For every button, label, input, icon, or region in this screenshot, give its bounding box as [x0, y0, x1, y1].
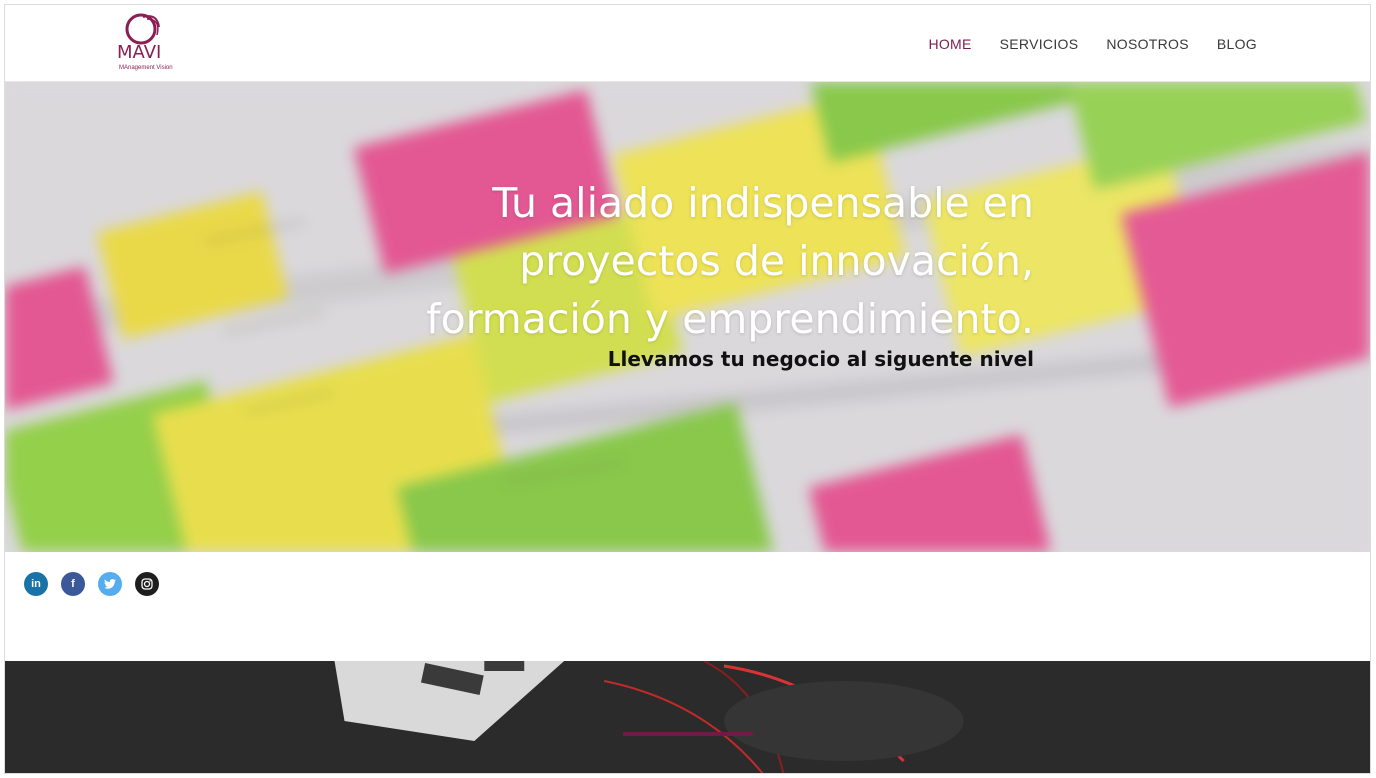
nav-home[interactable]: HOME	[928, 36, 971, 52]
nav-servicios[interactable]: SERVICIOS	[1000, 36, 1079, 52]
logo-mark-icon: MAVI MAnagement Vision	[117, 13, 173, 71]
logo-text: MAVI	[117, 42, 161, 63]
logo-tagline: MAnagement Vision	[119, 65, 173, 71]
keyboard-cable-image	[5, 661, 1370, 773]
facebook-icon[interactable]: f	[61, 572, 85, 596]
instagram-glyph-icon	[141, 578, 153, 590]
main-nav: HOME SERVICIOS NOSOTROS BLOG	[928, 5, 1257, 82]
section-divider-bar	[623, 732, 753, 736]
twitter-bird-icon	[104, 579, 116, 589]
linkedin-icon[interactable]: in	[24, 572, 48, 596]
hero-title-line: proyectos de innovación,	[519, 237, 1034, 285]
twitter-icon[interactable]	[98, 572, 122, 596]
nav-blog[interactable]: BLOG	[1217, 36, 1257, 52]
hero-title: Tu aliado indispensable en proyectos de …	[314, 174, 1034, 348]
hero-title-line: formación y emprendimiento.	[426, 295, 1034, 343]
site-header: MAVI MAnagement Vision HOME SERVICIOS NO…	[5, 5, 1370, 82]
brand-logo[interactable]: MAVI MAnagement Vision	[113, 9, 183, 73]
hero-banner: Tu aliado indispensable en proyectos de …	[5, 82, 1370, 552]
hero-subtitle: Llevamos tu negocio al siguente nivel	[607, 347, 1034, 371]
page-frame: MAVI MAnagement Vision HOME SERVICIOS NO…	[4, 4, 1371, 774]
instagram-icon[interactable]	[135, 572, 159, 596]
hero-title-line: Tu aliado indispensable en	[492, 179, 1034, 227]
next-section-image	[5, 661, 1370, 773]
social-links: in f	[24, 572, 159, 596]
nav-nosotros[interactable]: NOSOTROS	[1106, 36, 1189, 52]
